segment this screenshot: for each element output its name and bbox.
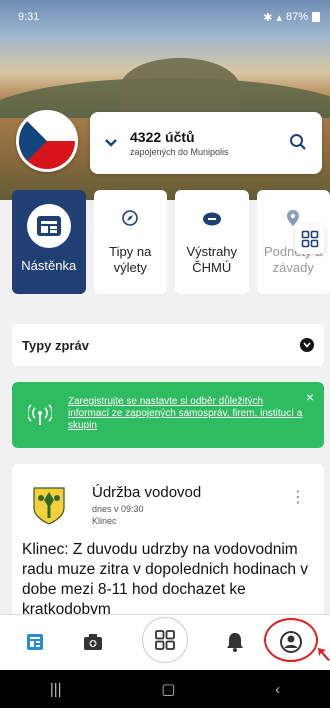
home-icon[interactable]: ▢ <box>161 680 175 698</box>
back-icon[interactable]: ‹ <box>275 681 280 698</box>
signal-icon: ▴ <box>276 11 282 24</box>
news-icon[interactable] <box>22 629 48 655</box>
municipality-coat-of-arms-icon <box>33 487 65 525</box>
battery-icon <box>312 12 320 22</box>
post-body: Klinec: Z duvodu udrzby na vodovodnim ra… <box>22 541 309 618</box>
bell-icon[interactable] <box>222 629 248 655</box>
tile-label: Tipy na výlety <box>109 244 152 275</box>
tile-label: Nástěnka <box>21 258 77 273</box>
battery-percent: 87% <box>285 11 308 23</box>
menu-grid-button[interactable] <box>142 617 188 663</box>
system-navigation-bar: ||| ▢ ‹ <box>0 670 330 708</box>
czech-flag-icon <box>19 113 75 169</box>
category-tiles: Nástěnka Tipy na výlety Výstrahy ČHMÚ Po… <box>12 190 330 296</box>
tile-label: Výstrahy ČHMÚ <box>186 244 238 275</box>
close-icon[interactable]: × <box>306 390 314 404</box>
more-options-icon[interactable]: ⋮ <box>290 490 306 506</box>
status-bar: 9:31 ✱ ▴ 87% <box>0 0 330 34</box>
account-count: 4322 účtů <box>130 129 195 145</box>
camera-plus-icon[interactable] <box>80 629 106 655</box>
post-card[interactable]: Údržba vodovod dnes v 09:30 Klinec ⋮ Kli… <box>12 464 324 624</box>
message-type-filter[interactable]: Typy zpráv <box>12 324 324 366</box>
municipality-flag-avatar[interactable] <box>16 110 78 172</box>
pointer-arrow-icon <box>318 648 330 661</box>
tile-nastenka[interactable]: Nástěnka <box>12 190 86 294</box>
account-count-subtitle: zapojených do Munipolis <box>130 147 229 157</box>
post-place: Klinec <box>92 516 117 526</box>
broadcast-icon <box>28 404 52 425</box>
chevron-down-icon <box>300 338 314 352</box>
filter-label: Typy zpráv <box>22 337 89 353</box>
registration-banner[interactable]: Zaregistrujte se nastavte si odběr důlež… <box>12 382 324 448</box>
post-date: dnes v 09:30 <box>92 504 144 514</box>
chevron-down-icon[interactable] <box>102 134 120 152</box>
cloud-warning-icon <box>198 204 226 232</box>
grid-icon <box>155 630 175 650</box>
compass-icon <box>116 204 144 232</box>
grid-icon <box>301 230 319 248</box>
profile-highlight-circle <box>264 618 318 662</box>
post-title: Údržba vodovod <box>92 484 202 501</box>
bluetooth-icon: ✱ <box>263 11 273 24</box>
status-time: 9:31 <box>18 11 40 23</box>
tile-vystrahy-chmu[interactable]: Výstrahy ČHMÚ <box>175 190 249 294</box>
recent-apps-icon[interactable]: ||| <box>50 681 62 698</box>
more-categories-button[interactable] <box>295 224 325 254</box>
search-icon[interactable] <box>288 132 308 152</box>
account-counter-card[interactable]: 4322 účtů zapojených do Munipolis <box>90 112 322 174</box>
tile-tipy-na-vylety[interactable]: Tipy na výlety <box>93 190 167 294</box>
board-icon <box>26 204 71 248</box>
banner-text-link[interactable]: Zaregistrujte se nastavte si odběr důlež… <box>68 396 302 431</box>
